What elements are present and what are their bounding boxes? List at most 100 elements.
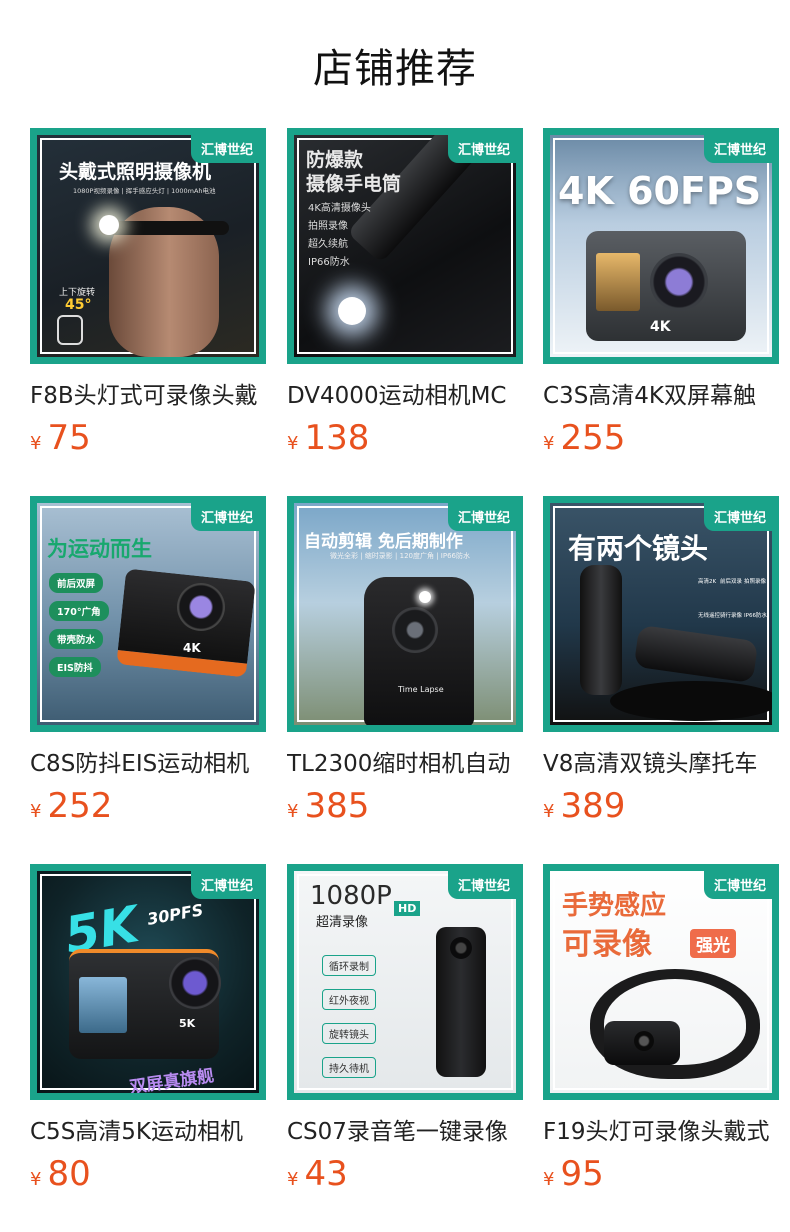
image-headline: 4K 60FPS	[558, 169, 762, 213]
price-value: 252	[47, 786, 113, 826]
feature-tag: 带壳防水	[49, 629, 104, 649]
brand-badge: 汇博世纪	[190, 503, 259, 531]
brand-badge: 汇博世纪	[447, 135, 516, 163]
feature-icon-label: IP66防水	[744, 613, 767, 619]
feature-item: IP66防水	[308, 257, 350, 268]
product-image[interactable]: 有两个镜头 高清2K 前后双录 拍照录像 无线遥控 骑行录像 IP66防水 汇博…	[543, 496, 779, 732]
currency-symbol: ¥	[30, 1169, 42, 1190]
price-value: 43	[304, 1154, 348, 1194]
brand-badge: 汇博世纪	[703, 871, 772, 899]
product-card[interactable]: 5K 30PFS 5K 双屏真旗舰 汇博世纪 C5S高清5K运动相机 ¥80	[30, 864, 266, 1204]
product-name[interactable]: C3S高清4K双屏幕触	[543, 376, 779, 410]
feature-tag: 170°广角	[49, 601, 109, 621]
image-headline-line2: 可录像	[562, 927, 652, 962]
product-image[interactable]: 自动剪辑 免后期制作 微光全彩 | 缩时录影 | 120度广角 | IP66防水…	[287, 496, 523, 732]
store-recommendations: 店铺推荐 头戴式照明摄像机 1080P视频录像 | 挥手感应头灯 | 1000m…	[0, 0, 790, 1232]
product-price: ¥80	[30, 1154, 91, 1194]
product-price: ¥252	[30, 786, 112, 826]
price-value: 255	[560, 418, 626, 458]
image-subline: 1080P视频录像 | 挥手感应头灯 | 1000mAh电池	[73, 187, 216, 195]
product-name[interactable]: C8S防抖EIS运动相机	[30, 744, 266, 778]
product-name[interactable]: C5S高清5K运动相机	[30, 1112, 266, 1146]
product-image[interactable]: 1080P HD 超清录像 循环录制 红外夜视 旋转镜头 持久待机 汇博世纪	[287, 864, 523, 1100]
image-headline-line2: 摄像手电筒	[306, 173, 402, 195]
image-headline: 头戴式照明摄像机	[59, 161, 212, 183]
price-value: 75	[47, 418, 91, 458]
rotate-icon	[57, 315, 83, 345]
product-card[interactable]: 4K 60FPS 4K 汇博世纪 C3S高清4K双屏幕触 ¥255	[543, 128, 779, 468]
camera-front-screen	[79, 977, 127, 1033]
dual-lens-camera-illustration	[580, 565, 622, 695]
image-headline-line1: 防爆款	[306, 149, 364, 171]
brand-badge: 汇博世纪	[703, 135, 772, 163]
feature-item: 4K高清摄像头	[308, 203, 371, 214]
hd-badge: HD	[394, 901, 421, 916]
flashlight-beam-icon	[338, 297, 366, 325]
product-card[interactable]: 防爆款 摄像手电筒 4K高清摄像头 拍照录像 超久续航 IP66防水 汇博世纪 …	[287, 128, 523, 468]
feature-tag: 前后双屏	[49, 573, 104, 593]
feature-icon-label: 拍照录像	[744, 579, 767, 585]
image-headline-line1: 手势感应	[562, 891, 667, 921]
image-subline: 微光全彩 | 缩时录影 | 120度广角 | IP66防水	[330, 552, 470, 560]
currency-symbol: ¥	[543, 433, 555, 454]
brand-badge: 汇博世纪	[190, 871, 259, 899]
product-card[interactable]: 1080P HD 超清录像 循环录制 红外夜视 旋转镜头 持久待机 汇博世纪 C…	[287, 864, 523, 1204]
product-name[interactable]: CS07录音笔一键录像	[287, 1112, 523, 1146]
section-title: 店铺推荐	[313, 46, 477, 92]
product-image[interactable]: 为运动而生 前后双屏 170°广角 带壳防水 EIS防抖 4K 汇博世纪	[30, 496, 266, 732]
currency-symbol: ¥	[287, 801, 299, 822]
product-name[interactable]: TL2300缩时相机自动	[287, 744, 523, 778]
product-name[interactable]: DV4000运动相机MC	[287, 376, 523, 410]
camera-front-screen	[596, 253, 640, 311]
product-card[interactable]: 自动剪辑 免后期制作 微光全彩 | 缩时录影 | 120度广角 | IP66防水…	[287, 496, 523, 836]
feature-tag: EIS防抖	[49, 657, 101, 677]
product-image[interactable]: 4K 60FPS 4K 汇博世纪	[543, 128, 779, 364]
product-image[interactable]: 手势感应 可录像 强光 汇博世纪	[543, 864, 779, 1100]
product-card[interactable]: 手势感应 可录像 强光 汇博世纪 F19头灯可录像头戴式 ¥95	[543, 864, 779, 1204]
product-price: ¥255	[543, 418, 625, 458]
camera-light-icon	[419, 591, 431, 603]
currency-symbol: ¥	[287, 433, 299, 454]
camera-lens-icon	[634, 1031, 654, 1051]
product-card[interactable]: 为运动而生 前后双屏 170°广角 带壳防水 EIS防抖 4K 汇博世纪 C8S…	[30, 496, 266, 836]
price-value: 95	[560, 1154, 604, 1194]
image-subline: 超清录像	[316, 915, 369, 930]
product-name[interactable]: F8B头灯式可录像头戴	[30, 376, 266, 410]
feature-item: 循环录制	[322, 955, 376, 976]
feature-item: 旋转镜头	[322, 1023, 376, 1044]
price-value: 138	[304, 418, 370, 458]
feature-item: 红外夜视	[322, 989, 376, 1010]
headlamp-light-icon	[99, 215, 119, 235]
image-headline: 为运动而生	[47, 537, 152, 561]
product-image[interactable]: 5K 30PFS 5K 双屏真旗舰 汇博世纪	[30, 864, 266, 1100]
product-name[interactable]: V8高清双镜头摩托车	[543, 744, 779, 778]
brand-badge: 汇博世纪	[447, 871, 516, 899]
device-label: 5K	[179, 1017, 196, 1030]
strong-light-tag: 强光	[690, 929, 736, 958]
image-headline: 1080P	[310, 881, 392, 911]
product-name[interactable]: F19头灯可录像头戴式	[543, 1112, 779, 1146]
product-image[interactable]: 头戴式照明摄像机 1080P视频录像 | 挥手感应头灯 | 1000mAh电池 …	[30, 128, 266, 364]
camera-lens-icon	[650, 253, 708, 311]
currency-symbol: ¥	[543, 1169, 555, 1190]
device-label: Time Lapse	[398, 685, 444, 694]
image-headline: 有两个镜头	[568, 532, 709, 565]
product-card[interactable]: 头戴式照明摄像机 1080P视频录像 | 挥手感应头灯 | 1000mAh电池 …	[30, 128, 266, 468]
product-price: ¥389	[543, 786, 625, 826]
brand-badge: 汇博世纪	[703, 503, 772, 531]
product-price: ¥43	[287, 1154, 348, 1194]
product-card[interactable]: 有两个镜头 高清2K 前后双录 拍照录像 无线遥控 骑行录像 IP66防水 汇博…	[543, 496, 779, 836]
feature-icon-label: 骑行录像	[720, 613, 743, 619]
currency-symbol: ¥	[287, 1169, 299, 1190]
camera-lens-icon	[177, 583, 225, 631]
brand-badge: 汇博世纪	[447, 503, 516, 531]
feature-icon-label: 前后双录	[720, 579, 743, 585]
camera-lens-icon	[450, 937, 472, 959]
product-price: ¥385	[287, 786, 369, 826]
brand-badge: 汇博世纪	[190, 135, 259, 163]
product-image[interactable]: 防爆款 摄像手电筒 4K高清摄像头 拍照录像 超久续航 IP66防水 汇博世纪	[287, 128, 523, 364]
image-headline: 自动剪辑 免后期制作	[304, 532, 463, 552]
device-label: 4K	[650, 319, 671, 335]
product-price: ¥95	[543, 1154, 604, 1194]
mount-platform-illustration	[610, 681, 772, 721]
